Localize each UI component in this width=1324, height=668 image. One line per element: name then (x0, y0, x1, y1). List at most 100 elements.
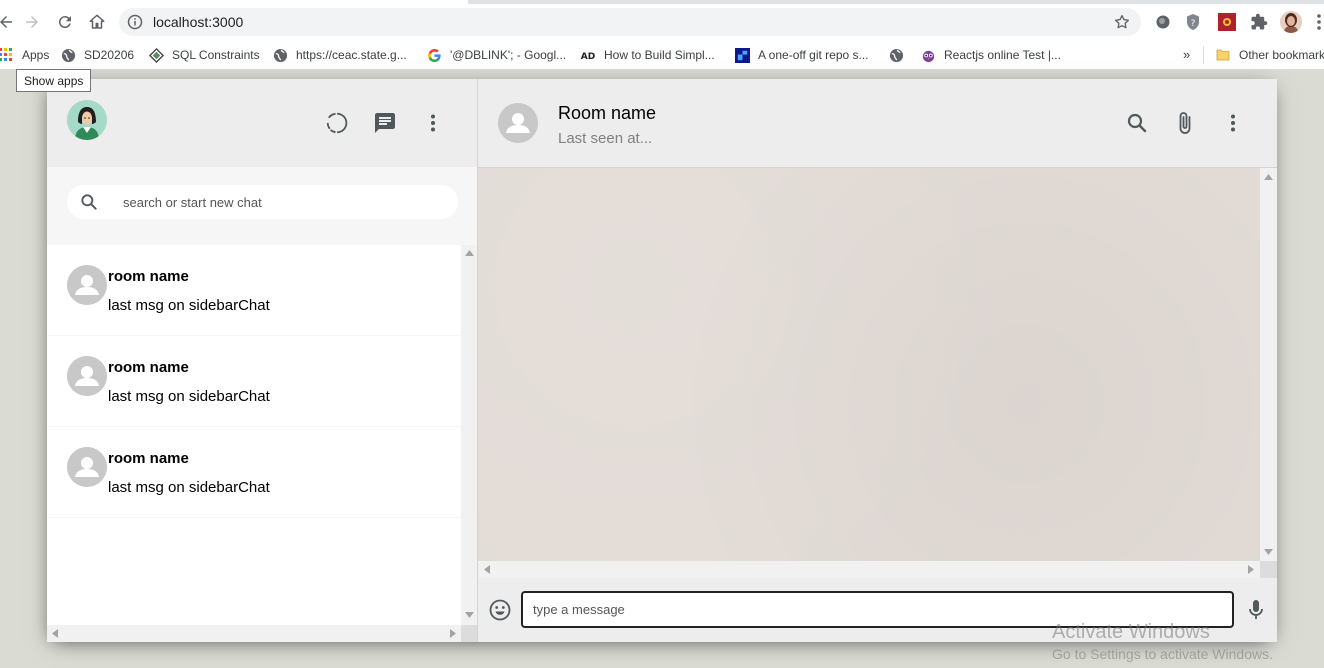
chat-body (478, 168, 1277, 578)
sidebar-chat-item[interactable]: room name last msg on sidebarChat (47, 427, 461, 518)
avatar[interactable] (498, 103, 538, 143)
extension-red-icon[interactable] (1217, 12, 1237, 32)
sidebar-header (47, 79, 477, 167)
bookmark-other[interactable]: Other bookmarks (1215, 47, 1324, 63)
emoji-icon[interactable] (488, 598, 512, 622)
last-message: last msg on sidebarChat (108, 297, 270, 314)
sidebar-search (47, 167, 477, 245)
scroll-down-arrow-icon[interactable] (465, 612, 474, 618)
bookmark-label: SD20206 (84, 48, 135, 62)
chat-app: room name last msg on sidebarChat room n… (47, 79, 1277, 642)
bookmark-label: '@DBLINK'; - Googl... (450, 48, 567, 62)
search-container (67, 185, 458, 219)
last-message: last msg on sidebarChat (108, 479, 270, 496)
avatar (67, 265, 107, 305)
user-avatar[interactable] (67, 100, 107, 140)
blue-square-icon (734, 47, 750, 63)
folder-icon (1215, 47, 1231, 63)
scroll-up-arrow-icon[interactable] (465, 250, 474, 256)
bookmark-label: Other bookmarks (1239, 48, 1324, 62)
bookmarks-divider (1203, 46, 1204, 64)
mic-icon[interactable] (1246, 598, 1266, 622)
scroll-corner (461, 625, 477, 642)
chat-horizontal-scrollbar[interactable] (478, 561, 1260, 578)
google-icon (426, 47, 442, 63)
search-input[interactable] (123, 192, 443, 212)
sidebar-chats: room name last msg on sidebarChat room n… (47, 245, 477, 642)
globe-icon (60, 47, 76, 63)
show-apps-tooltip: Show apps (16, 69, 92, 92)
scroll-up-arrow-icon[interactable] (1264, 174, 1273, 180)
bookmark-label: A one-off git repo s... (758, 48, 869, 62)
sidebar-vertical-scrollbar[interactable] (461, 245, 477, 625)
home-icon[interactable] (85, 10, 109, 34)
search-icon (81, 194, 97, 210)
scroll-left-arrow-icon[interactable] (484, 565, 490, 574)
bookmark-sd20206[interactable]: SD20206 (60, 47, 134, 63)
sidebar-chat-item[interactable]: room name last msg on sidebarChat (47, 245, 461, 336)
bookmark-sql-constraints[interactable]: SQL Constraints (148, 47, 260, 63)
bookmark-label: SQL Constraints (172, 48, 260, 62)
avatar (67, 356, 107, 396)
chat-vertical-scrollbar[interactable] (1260, 168, 1277, 561)
chat-header: Room name Last seen at... (478, 79, 1277, 168)
bookmark-star-icon[interactable] (1113, 13, 1131, 31)
bookmark-apps[interactable]: Apps (0, 47, 49, 63)
address-bar[interactable]: localhost:3000 (119, 8, 1141, 36)
scroll-left-arrow-icon[interactable] (52, 629, 58, 638)
chat-background (478, 168, 1260, 561)
scroll-right-arrow-icon[interactable] (1248, 565, 1254, 574)
bookmark-dblink[interactable]: '@DBLINK'; - Googl... (426, 47, 566, 63)
svg-text:?: ? (1191, 19, 1196, 29)
activate-windows-watermark: Activate Windows Go to Settings to activ… (1052, 621, 1273, 662)
url-text[interactable]: localhost:3000 (153, 14, 243, 30)
bookmarks-bar: Apps SD20206 SQL Constraints https://cea… (0, 40, 1324, 70)
info-icon[interactable] (127, 14, 143, 30)
svg-text:AD: AD (581, 52, 595, 61)
sidebar-horizontal-scrollbar[interactable] (47, 625, 461, 642)
reload-icon[interactable] (53, 10, 77, 34)
bookmark-ceac[interactable]: https://ceac.state.g... (272, 47, 407, 63)
extension-shield-icon[interactable]: ? (1183, 12, 1203, 32)
chat-panel: Room name Last seen at... (478, 79, 1277, 642)
forward-arrow-icon[interactable] (20, 10, 44, 34)
extension-circle-icon[interactable] (1153, 12, 1173, 32)
sidebar: room name last msg on sidebarChat room n… (47, 79, 478, 642)
scroll-corner (1260, 561, 1277, 578)
apps-grid-icon (0, 47, 14, 63)
bookmark-how-to-build[interactable]: AD How to Build Simpl... (580, 47, 715, 63)
more-vert-icon[interactable] (1221, 111, 1245, 135)
search-icon[interactable] (1125, 111, 1149, 135)
bookmark-reactjs-test[interactable]: Reactjs online Test |... (920, 47, 1061, 63)
chat-icon[interactable] (373, 111, 397, 135)
more-bookmarks-label: » (1183, 47, 1191, 62)
room-name: room name (108, 268, 189, 285)
browser-toolbar: localhost:3000 ? (0, 4, 1324, 40)
bookmark-git-repo[interactable]: A one-off git repo s... (734, 47, 869, 63)
back-arrow-icon[interactable] (0, 10, 18, 34)
watermark-title: Activate Windows (1052, 621, 1210, 643)
browser-menu-icon[interactable] (1314, 12, 1324, 32)
bookmark-label: How to Build Simpl... (604, 48, 715, 62)
last-message: last msg on sidebarChat (108, 388, 270, 405)
extensions-puzzle-icon[interactable] (1249, 12, 1269, 32)
scroll-down-arrow-icon[interactable] (1264, 549, 1273, 555)
sidebar-chat-item[interactable]: room name last msg on sidebarChat (47, 336, 461, 427)
globe-icon (272, 47, 288, 63)
avatar (67, 447, 107, 487)
chat-room-name: Room name (558, 103, 657, 123)
room-name: room name (108, 450, 189, 467)
more-vert-icon[interactable] (421, 111, 445, 135)
status-icon[interactable] (325, 111, 349, 135)
bookmark-globe[interactable] (888, 47, 912, 63)
scroll-right-arrow-icon[interactable] (450, 629, 456, 638)
more-bookmarks-chevron[interactable]: » (1183, 47, 1190, 62)
attach-file-icon[interactable] (1173, 111, 1197, 135)
owl-icon (920, 47, 936, 63)
bookmark-label: https://ceac.state.g... (296, 48, 407, 62)
globe-icon (888, 47, 904, 63)
watermark-subtitle: Go to Settings to activate Windows. (1052, 646, 1273, 662)
bookmark-label: Reactjs online Test |... (944, 48, 1061, 62)
diamond-logo-icon (148, 47, 164, 63)
profile-avatar-icon[interactable] (1280, 11, 1302, 33)
